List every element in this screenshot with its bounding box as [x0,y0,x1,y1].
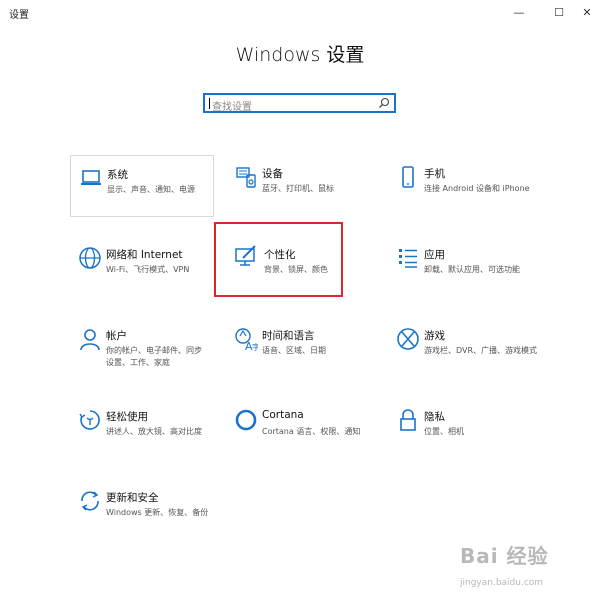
tile-network[interactable]: 网络和 Internet Wi-Fi、飞行模式、VPN [70,236,210,298]
tile-devices[interactable]: 设备 蓝牙、打印机、鼠标 [226,155,366,217]
tile-ease-of-access[interactable]: 轻松使用 讲述人、放大镜、高对比度 [70,398,210,460]
time-language-icon: A 字 [235,328,258,351]
watermark-url: jingyan.baidu.com [460,578,544,588]
tile-gaming[interactable]: 游戏 游戏栏、DVR、广播、游戏模式 [388,317,538,379]
tile-label: 应用 [424,249,445,261]
tile-description: 你的帐户、电子邮件、同步设置、工作、家庭 [106,346,202,367]
tile-description: Wi-Fi、飞行模式、VPN [106,265,190,274]
tile-label: 个性化 [264,249,296,261]
phone-icon [402,166,414,188]
person-icon [80,329,100,351]
tile-cortana[interactable]: Cortana Cortana 语言、权限、通知 [226,398,366,460]
xbox-icon [397,328,419,350]
tile-description: 游戏栏、DVR、广播、游戏模式 [424,346,538,355]
globe-icon [79,247,101,269]
search-icon[interactable] [378,97,390,109]
tile-privacy[interactable]: 隐私 位置、相机 [388,398,538,460]
search-placeholder: 查找设置 [212,102,252,113]
tile-description: 连接 Android 设备和 iPhone [424,184,530,193]
tile-label: 游戏 [424,330,445,342]
search-input[interactable]: 查找设置 [203,93,396,113]
tile-personalization[interactable]: 个性化 背景、锁屏、颜色 [214,222,343,297]
maximize-button[interactable]: ☐ [544,0,574,24]
tile-description: 讲述人、放大镜、高对比度 [106,427,202,436]
tile-description: Windows 更新、恢复、备份 [106,508,209,517]
cortana-icon [235,409,257,431]
ease-of-access-icon [79,410,100,430]
tile-label: 网络和 Internet [106,249,183,261]
tile-label: 手机 [424,168,445,180]
watermark-logo: Bai 经验 [460,544,549,568]
tile-label: 系统 [107,169,128,181]
svg-text:字: 字 [252,342,258,351]
tile-phone[interactable]: 手机 连接 Android 设备和 iPhone [388,155,538,217]
laptop-icon [81,170,101,185]
window-title: 设置 [9,10,29,21]
tile-label: 更新和安全 [106,492,159,504]
tile-description: 蓝牙、打印机、鼠标 [262,184,334,193]
minimize-button[interactable]: — [504,0,534,24]
update-icon [81,491,99,511]
tile-label: Cortana [262,409,304,421]
title-bar: 设置 — ☐ ✕ [0,0,600,26]
apps-list-icon [399,249,417,268]
lock-icon [400,409,416,431]
tile-description: 位置、相机 [424,427,464,436]
baidu-jingyan-watermark: Bai 经验 jingyan.baidu.com [460,540,595,595]
tile-time-language[interactable]: A 字 时间和语言 语音、区域、日期 [226,317,366,379]
tile-apps[interactable]: 应用 卸载、默认应用、可选功能 [388,236,538,298]
tile-label: 帐户 [106,330,127,342]
tile-label: 设备 [262,168,283,180]
keyboard-speaker-icon [236,167,256,188]
tile-label: 时间和语言 [262,330,315,342]
page-title: Windows 设置 [235,44,365,66]
paint-monitor-icon [235,245,256,266]
tile-accounts[interactable]: 帐户 你的帐户、电子邮件、同步设置、工作、家庭 [70,317,210,379]
tile-label: 轻松使用 [106,411,148,423]
tile-label: 隐私 [424,411,445,423]
text-caret [209,98,210,109]
tile-description: 显示、声音、通知、电源 [107,185,195,194]
tile-update-security[interactable]: 更新和安全 Windows 更新、恢复、备份 [70,479,210,541]
tile-description: 背景、锁屏、颜色 [264,265,328,274]
tile-system[interactable]: 系统 显示、声音、通知、电源 [70,155,214,217]
tile-description: Cortana 语言、权限、通知 [262,427,361,436]
close-button[interactable]: ✕ [572,0,600,24]
tile-description: 卸载、默认应用、可选功能 [424,265,520,274]
tile-description: 语音、区域、日期 [262,346,326,355]
